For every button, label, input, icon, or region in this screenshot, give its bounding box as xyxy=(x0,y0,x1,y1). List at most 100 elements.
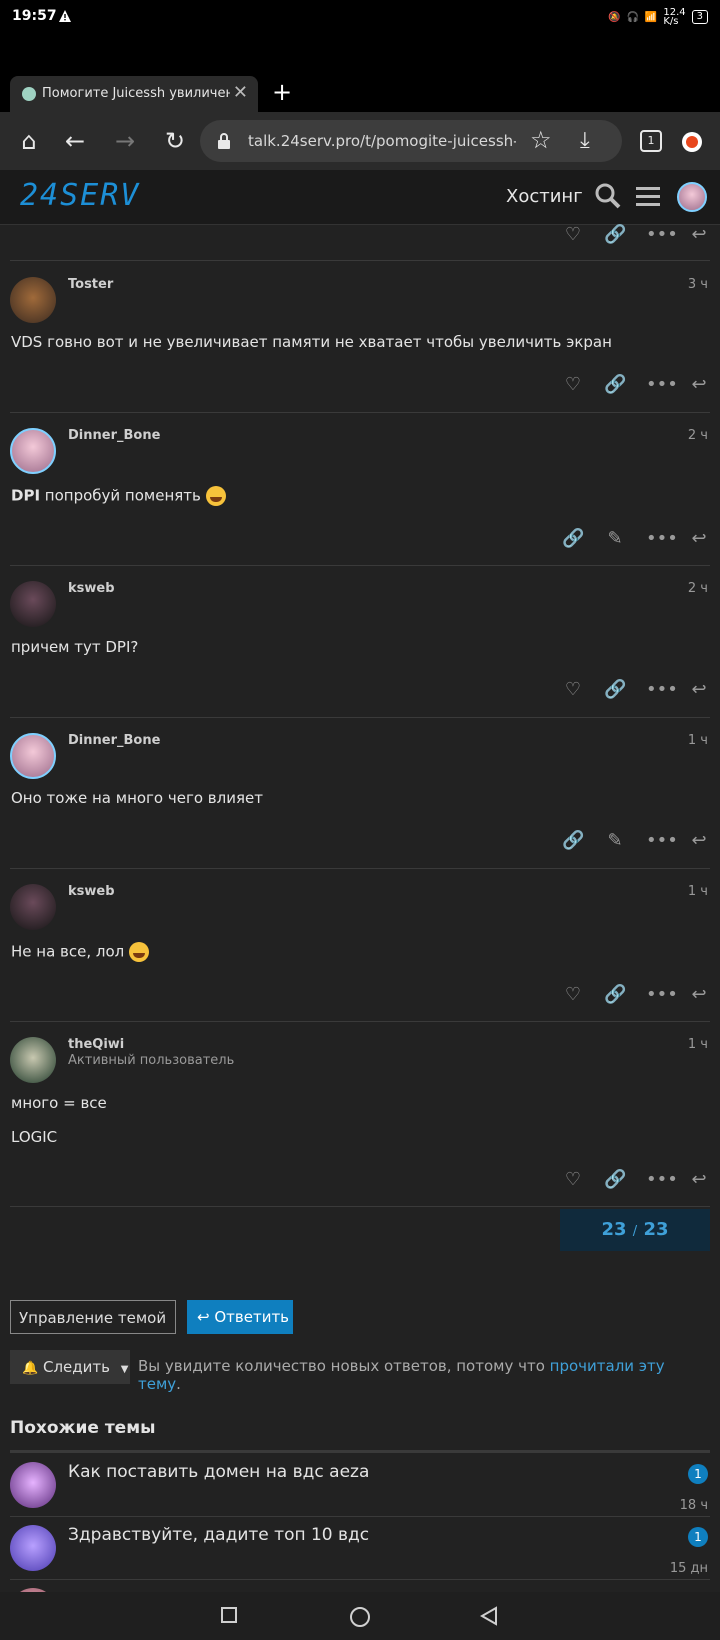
headphones-icon: 🎧 xyxy=(626,11,639,23)
topic-admin-button[interactable]: Управление темой ▼ xyxy=(10,1300,176,1360)
mute-icon: 🔕 xyxy=(608,11,621,23)
more-icon[interactable]: ••• xyxy=(646,984,678,1006)
reply-icon[interactable]: ↩ xyxy=(688,224,710,246)
back-icon[interactable]: ← xyxy=(60,126,90,156)
bell-icon: 🔔 xyxy=(22,1361,39,1376)
link-icon[interactable]: 🔗 xyxy=(562,830,584,852)
progress-current: 23 xyxy=(601,1219,627,1240)
net-speed: 12.4 K/s xyxy=(663,7,686,27)
forward-icon[interactable]: → xyxy=(110,126,140,156)
unread-badge: 1 xyxy=(688,1527,708,1547)
post-partial: ♡ 🔗 ••• ↩ xyxy=(10,224,710,261)
reply-icon[interactable]: ↩ xyxy=(688,679,710,701)
avatar[interactable] xyxy=(10,1037,56,1083)
edit-icon[interactable]: ✎ xyxy=(604,528,626,550)
laughing-tears-emoji-icon xyxy=(129,942,150,962)
url-text: talk.24serv.pro/t/pomogite-juicessh-uvil… xyxy=(248,132,516,150)
avatar[interactable] xyxy=(10,581,56,627)
like-icon[interactable]: ♡ xyxy=(562,224,584,246)
reply-button[interactable]: ↩ Ответить xyxy=(187,1300,293,1334)
post-text: много = все xyxy=(11,1094,107,1112)
avatar[interactable] xyxy=(10,428,56,474)
reply-icon[interactable]: ↩ xyxy=(688,1169,710,1191)
more-icon[interactable]: ••• xyxy=(646,679,678,701)
progress-separator: / xyxy=(632,1224,638,1239)
reply-icon[interactable]: ↩ xyxy=(688,830,710,852)
more-icon[interactable]: ••• xyxy=(646,830,678,852)
browser-tab[interactable]: Помогите Juicessh увиличение ✕ xyxy=(10,76,258,112)
post-actions: 🔗 ✎ ••• ↩ xyxy=(562,528,710,552)
new-tab-icon[interactable]: + xyxy=(272,78,292,106)
post-author[interactable]: Dinner_Bone xyxy=(68,428,160,443)
like-icon[interactable]: ♡ xyxy=(562,984,584,1006)
recents-icon[interactable] xyxy=(220,1606,238,1624)
back-nav-icon[interactable] xyxy=(480,1606,498,1626)
hosting-link[interactable]: Хостинг xyxy=(506,186,583,207)
similar-topic-row[interactable]: Как поставить домен на вдс aeza 1 18 ч xyxy=(10,1454,710,1517)
user-avatar[interactable] xyxy=(677,182,707,212)
avatar[interactable] xyxy=(10,733,56,779)
more-icon[interactable]: ••• xyxy=(646,528,678,550)
reply-icon[interactable]: ↩ xyxy=(688,528,710,550)
post-author[interactable]: ksweb xyxy=(68,884,115,899)
avatar[interactable] xyxy=(10,884,56,930)
more-icon[interactable]: ••• xyxy=(646,374,678,396)
reply-icon[interactable]: ↩ xyxy=(688,984,710,1006)
topic-progress[interactable]: 23 / 23 xyxy=(560,1209,710,1251)
address-bar[interactable]: talk.24serv.pro/t/pomogite-juicessh-uvil… xyxy=(200,120,622,162)
notification-button[interactable]: 🔔 Следить ▼ xyxy=(10,1350,130,1384)
similar-topic-title[interactable]: Здравствуйте, дадите топ 10 вдс xyxy=(68,1525,369,1545)
user-title: Активный пользователь xyxy=(68,1053,235,1068)
browser-toolbar: ⌂ ← → ↻ talk.24serv.pro/t/pomogite-juice… xyxy=(0,112,720,170)
menu-icon[interactable] xyxy=(634,182,662,217)
status-time: 19:57 xyxy=(12,8,57,24)
home-nav-icon[interactable] xyxy=(349,1606,371,1628)
edit-icon[interactable]: ✎ xyxy=(604,830,626,852)
more-icon[interactable]: ••• xyxy=(646,224,678,246)
post: theQiwi Активный пользователь 1 ч много … xyxy=(10,1021,710,1207)
like-icon[interactable]: ♡ xyxy=(562,1169,584,1191)
search-icon[interactable] xyxy=(594,182,622,217)
post-author[interactable]: Toster xyxy=(68,277,113,292)
post-time[interactable]: 2 ч xyxy=(688,581,708,596)
link-icon[interactable]: 🔗 xyxy=(604,679,626,701)
home-icon[interactable]: ⌂ xyxy=(14,126,44,156)
post-author[interactable]: Dinner_Bone xyxy=(68,733,160,748)
post-time[interactable]: 1 ч xyxy=(688,1037,708,1052)
like-icon[interactable]: ♡ xyxy=(562,374,584,396)
post-time[interactable]: 3 ч xyxy=(688,277,708,292)
tab-switcher-button[interactable]: 1 xyxy=(640,130,662,152)
link-icon[interactable]: 🔗 xyxy=(604,374,626,396)
link-icon[interactable]: 🔗 xyxy=(604,1169,626,1191)
site-logo[interactable]: 24SERV xyxy=(20,178,140,213)
reply-icon[interactable]: ↩ xyxy=(688,374,710,396)
similar-topic-title[interactable]: Как поставить домен на вдс aeza xyxy=(68,1462,369,1482)
post: Dinner_Bone 1 ч Оно тоже на много чего в… xyxy=(10,717,710,869)
avatar[interactable] xyxy=(10,277,56,323)
post: ksweb 2 ч причем тут DPI? ♡ 🔗 ••• ↩ xyxy=(10,565,710,718)
post-time[interactable]: 2 ч xyxy=(688,428,708,443)
progress-total: 23 xyxy=(643,1219,669,1240)
post-actions: ♡ 🔗 ••• ↩ xyxy=(562,679,710,703)
post-time[interactable]: 1 ч xyxy=(688,733,708,748)
link-icon[interactable]: 🔗 xyxy=(604,984,626,1006)
post-text: причем тут DPI? xyxy=(11,638,139,656)
reload-icon[interactable]: ↻ xyxy=(160,126,190,156)
download-icon[interactable]: ⤓ xyxy=(580,128,590,153)
more-icon[interactable]: ••• xyxy=(646,1169,678,1191)
link-icon[interactable]: 🔗 xyxy=(562,528,584,550)
post-time[interactable]: 1 ч xyxy=(688,884,708,899)
post-text: Не на все, лол xyxy=(11,942,150,962)
like-icon[interactable]: ♡ xyxy=(562,679,584,701)
warning-icon xyxy=(59,10,71,22)
lock-icon xyxy=(218,133,230,149)
update-icon[interactable] xyxy=(682,132,702,152)
bookmark-star-icon[interactable]: ☆ xyxy=(530,126,552,154)
post-author[interactable]: theQiwi xyxy=(68,1037,124,1052)
post-author[interactable]: ksweb xyxy=(68,581,115,596)
close-tab-icon[interactable]: ✕ xyxy=(233,82,248,103)
avatar xyxy=(10,1525,56,1571)
link-icon[interactable]: 🔗 xyxy=(604,224,626,246)
similar-topic-row[interactable]: Здравствуйте, дадите топ 10 вдс 1 15 дн xyxy=(10,1517,710,1580)
topic-age: 18 ч xyxy=(679,1498,708,1513)
